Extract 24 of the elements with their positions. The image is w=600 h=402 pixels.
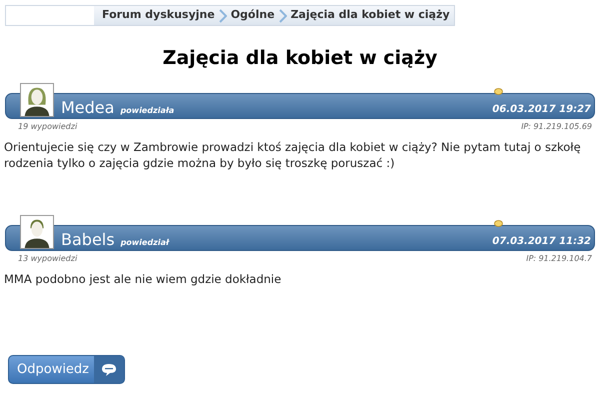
ip-address: IP: 91.219.104.7	[526, 252, 592, 264]
post-count: 19 wypowiedzi	[18, 120, 78, 132]
breadcrumb-link[interactable]: Ogólne	[230, 7, 275, 24]
speech-bubble-icon	[101, 362, 117, 376]
quote-icon[interactable]	[494, 220, 503, 226]
breadcrumb-link[interactable]: Zajęcia dla kobiet w ciąży	[290, 7, 450, 24]
post-count: 13 wypowiedzi	[18, 252, 78, 264]
avatar-icon	[20, 214, 54, 248]
page-title: Zajęcia dla kobiet w ciąży	[162, 46, 438, 71]
reply-button[interactable]: Odpowiedz	[8, 355, 125, 384]
author-verb: powiedział	[120, 236, 169, 248]
author-verb: powiedziała	[120, 104, 174, 116]
author-name[interactable]: Medea	[61, 96, 114, 120]
avatar-icon	[20, 82, 54, 116]
post-date: 07.03.2017 11:32	[492, 234, 591, 248]
post-date: 06.03.2017 19:27	[492, 102, 591, 116]
quote-icon[interactable]	[494, 88, 503, 94]
author-name[interactable]: Babels	[61, 228, 115, 252]
ip-address: IP: 91.219.105.69	[521, 120, 592, 132]
post-body: MMA podobno jest ale nie wiem gdzie dokładnie	[4, 270, 282, 286]
post-body: Orientujecie się czy w Zambrowie prowadzi ktoś zajęcia dla kobiet w ciąży? Nie pytam tutaj o szkołę rodzenia tylko o zajęcia gdzie można by było się troszkę poruszać :)	[4, 138, 582, 170]
chevron-icon	[218, 8, 227, 22]
chevron-icon	[278, 8, 287, 22]
breadcrumb-link[interactable]: Forum dyskusyjne	[102, 7, 215, 24]
